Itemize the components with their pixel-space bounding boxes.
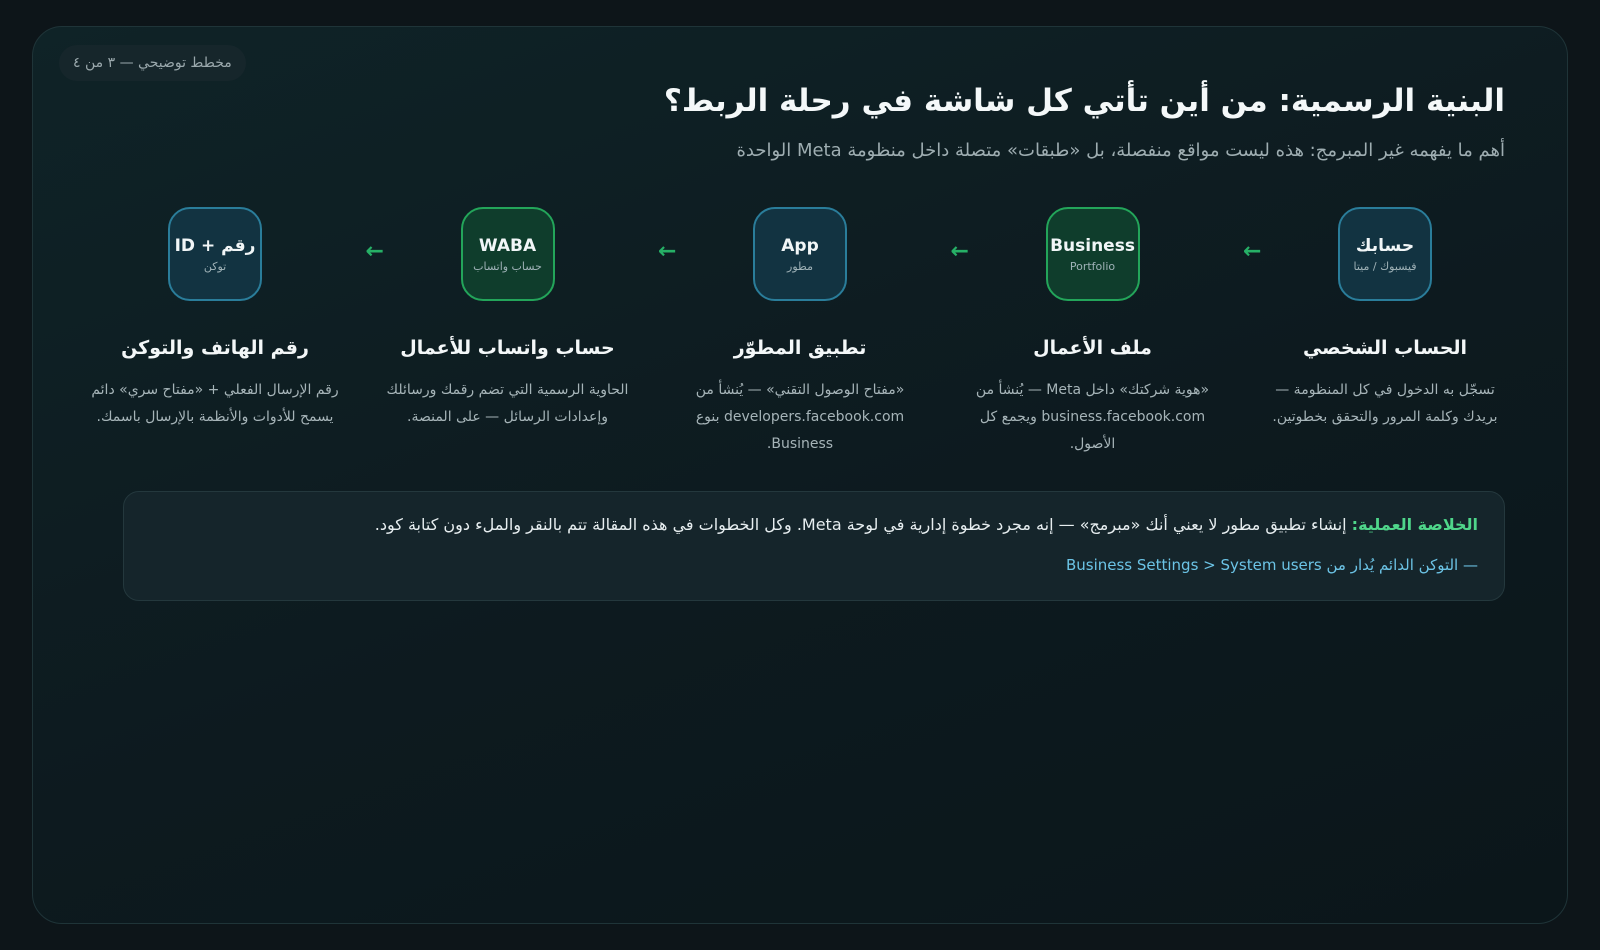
step-description: «مفتاح الوصول التقني» — يُنشأ من develop…: [695, 382, 905, 452]
node-main-label: حسابك: [1355, 235, 1415, 256]
node-sub-label: Portfolio: [1069, 259, 1116, 273]
node-business-portfolio: Business Portfolio: [1045, 207, 1140, 301]
step-title: تطبيق المطوّر: [733, 337, 867, 359]
summary-body: إنشاء تطبيق مطور لا يعني أنك «مبرمج» — إ…: [374, 515, 1352, 534]
node-sub-label: فيسبوك / ميتا: [1353, 259, 1417, 273]
flow-step-developer-app: App مطور ← تطبيق المطوّر «مفتاح الوصول ا…: [658, 207, 920, 497]
flow-step-waba: WABA حساب واتساب ← حساب واتساب للأعمال ا…: [366, 207, 628, 497]
node-main-label: App: [781, 235, 819, 256]
step-description: الحاوية الرسمية التي تضم رقمك ورسائلك وإ…: [386, 382, 629, 425]
summary-box: الخلاصة العملية: إنشاء تطبيق مطور لا يعن…: [123, 491, 1505, 601]
node-waba: WABA حساب واتساب: [460, 207, 555, 301]
flow-step-business-portfolio: Business Portfolio ← ملف الأعمال «هوية ش…: [951, 207, 1213, 497]
step-description: تسجّل به الدخول في كل المنظومة — بريدك و…: [1272, 382, 1498, 425]
node-personal-account: حسابك فيسبوك / ميتا: [1338, 207, 1432, 301]
node-main-label: WABA: [478, 235, 537, 256]
node-sub-label: مطور: [787, 259, 813, 273]
step-description: رقم الإرسال الفعلي + «مفتاح سري» دائم يس…: [91, 382, 339, 425]
arrow-left-icon: ←: [950, 239, 969, 264]
node-sub-label: توكن: [203, 259, 227, 273]
page-subtitle: أهم ما يفهمه غير المبرمج: هذه ليست مواقع…: [736, 140, 1505, 161]
step-title: الحساب الشخصي: [1302, 337, 1468, 359]
arrow-left-icon: ←: [658, 239, 677, 264]
step-description: «هوية شركتك» داخل Meta — يُنشأ من busine…: [975, 382, 1210, 452]
node-sub-label: حساب واتساب: [473, 259, 542, 273]
step-title: ملف الأعمال: [1033, 337, 1152, 359]
flow-step-phone-token: رقم + ID توكن رقم الهاتف والتوكن رقم الإ…: [91, 207, 339, 497]
flow-step-personal-account: حسابك فيسبوك / ميتا ← الحساب الشخصي تسجّ…: [1243, 207, 1505, 497]
summary-note: — التوكن الدائم يُدار من Business Settin…: [1065, 556, 1478, 574]
node-developer-app: App مطور: [753, 207, 847, 301]
diagram-card: مخطط توضيحي — ٣ من ٤ البنية الرسمية: من …: [32, 26, 1568, 924]
arrow-left-icon: ←: [1243, 239, 1262, 264]
page-title: البنية الرسمية: من أين تأتي كل شاشة في ر…: [663, 83, 1505, 119]
arrow-left-icon: ←: [365, 239, 384, 264]
diagram-badge: مخطط توضيحي — ٣ من ٤: [59, 45, 246, 81]
node-main-label: رقم + ID: [174, 235, 256, 256]
node-phone-token: رقم + ID توكن: [168, 207, 262, 301]
node-main-label: Business: [1050, 235, 1135, 256]
step-title: حساب واتساب للأعمال: [400, 337, 615, 359]
summary-text: الخلاصة العملية: إنشاء تطبيق مطور لا يعن…: [150, 512, 1478, 538]
flow-diagram: حسابك فيسبوك / ميتا ← الحساب الشخصي تسجّ…: [91, 207, 1505, 497]
summary-label: الخلاصة العملية:: [1351, 515, 1478, 534]
step-title: رقم الهاتف والتوكن: [121, 337, 309, 359]
